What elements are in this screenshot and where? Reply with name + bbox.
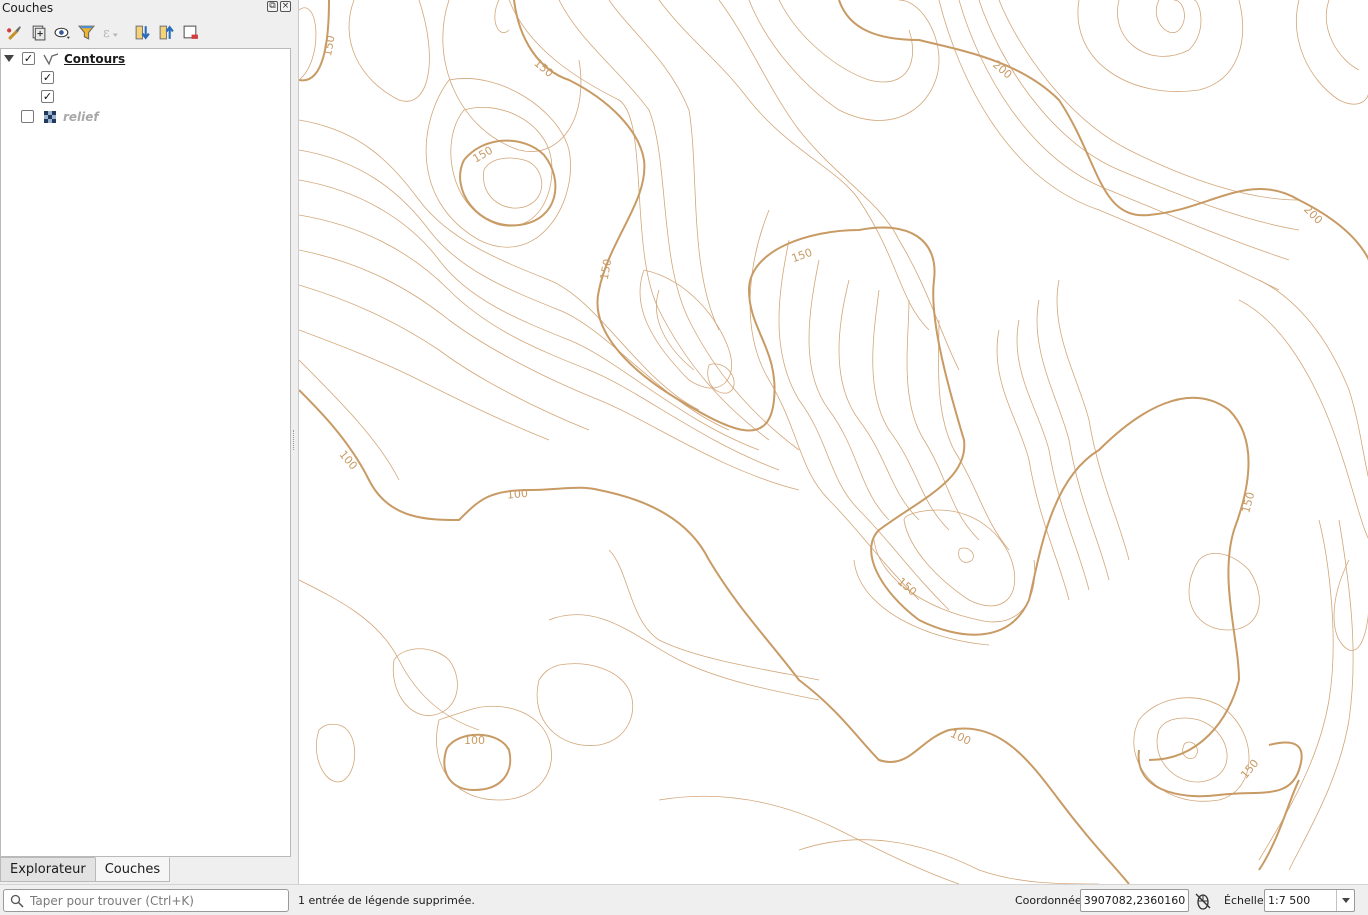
visibility-icon xyxy=(54,27,70,39)
major-contours xyxy=(299,0,1368,884)
panel-tabs: Explorateur Couches xyxy=(0,857,171,883)
raster-layer-icon xyxy=(44,110,56,123)
svg-text:ε: ε xyxy=(103,25,110,40)
filter-icon xyxy=(77,25,95,40)
layer-name: relief xyxy=(63,109,99,124)
panel-splitter[interactable] xyxy=(293,430,296,450)
layer-tree: ✓ Contours ✓ ✓ relief xyxy=(0,48,291,857)
search-icon xyxy=(10,894,24,908)
contour-label: 100 xyxy=(336,448,359,472)
coordinate-field[interactable]: 3907082,2360160 xyxy=(1080,889,1189,912)
style-manager-button[interactable] xyxy=(4,22,24,42)
expand-arrow-icon[interactable] xyxy=(4,55,14,62)
contour-label: 150 xyxy=(1239,491,1257,515)
style-manager-icon xyxy=(6,25,21,40)
line-layer-icon xyxy=(43,52,59,66)
contour-label: 200 xyxy=(1301,203,1325,227)
tab-explorateur[interactable]: Explorateur xyxy=(0,857,96,882)
visibility-button[interactable] xyxy=(52,22,72,42)
status-message: 1 entrée de légende supprimée. xyxy=(298,894,475,907)
minor-contours xyxy=(299,0,1368,884)
legend-entry-row[interactable]: ✓ xyxy=(41,68,54,87)
expression-filter-icon: ε xyxy=(103,25,118,40)
contour-label: 150 xyxy=(321,34,337,57)
layers-toolbar: ε xyxy=(4,21,200,43)
contour-label: 100 xyxy=(948,727,973,748)
contour-label: 150 xyxy=(790,246,814,265)
contour-label: 100 xyxy=(464,734,485,747)
contour-label: 100 xyxy=(506,487,528,502)
expand-all-icon xyxy=(135,25,150,40)
panel-window-buttons: ⧉ × xyxy=(267,1,291,12)
add-group-icon xyxy=(32,25,45,40)
close-panel-button[interactable]: × xyxy=(280,1,291,12)
scale-combobox[interactable]: 1:7 500 xyxy=(1264,889,1355,912)
layer-row-relief[interactable]: relief xyxy=(21,107,99,126)
contour-label: 150 xyxy=(1238,757,1261,781)
layers-panel: Couches ⧉ × ε ✓ Contours ✓ ✓ relief Expl… xyxy=(0,0,293,884)
layer-visibility-checkbox[interactable]: ✓ xyxy=(22,52,35,65)
coordinate-label: Coordonnée xyxy=(1015,894,1082,907)
qgis-window: Couches ⧉ × ε ✓ Contours ✓ ✓ relief Expl… xyxy=(0,0,1368,915)
collapse-all-icon xyxy=(159,24,174,39)
collapse-all-button[interactable] xyxy=(156,22,176,42)
status-bar: 1 entrée de légende supprimée. Coordonné… xyxy=(0,884,1368,915)
expression-filter-button: ε xyxy=(100,22,120,42)
remove-layer-button[interactable] xyxy=(180,22,200,42)
contour-map: 150 150 150 200 200 150 150 100 100 150 … xyxy=(299,0,1368,884)
contour-label: 150 xyxy=(531,56,555,79)
legend-entry-checkbox[interactable]: ✓ xyxy=(41,71,54,84)
float-panel-button[interactable]: ⧉ xyxy=(267,1,278,12)
expand-all-button[interactable] xyxy=(132,22,152,42)
search-input[interactable] xyxy=(30,893,280,908)
filter-button[interactable] xyxy=(76,22,96,42)
layer-row-contours[interactable]: ✓ Contours xyxy=(1,49,125,68)
panel-title: Couches xyxy=(2,1,54,15)
add-group-button[interactable] xyxy=(28,22,48,42)
layer-name: Contours xyxy=(64,51,126,66)
contour-label: 150 xyxy=(598,258,614,281)
remove-layer-icon xyxy=(183,25,198,39)
contour-labels: 150 150 150 200 200 150 150 100 100 150 … xyxy=(321,34,1325,781)
legend-entry-checkbox[interactable]: ✓ xyxy=(41,90,54,103)
locator-search[interactable] xyxy=(3,889,289,912)
mouse-coordinate-toggle-icon[interactable] xyxy=(1193,891,1213,911)
scale-label: Échelle xyxy=(1224,894,1264,907)
scale-value: 1:7 500 xyxy=(1268,894,1311,907)
tab-couches[interactable]: Couches xyxy=(94,857,171,882)
chevron-down-icon[interactable] xyxy=(1336,890,1354,911)
layer-visibility-checkbox[interactable] xyxy=(21,110,34,123)
legend-entry-row[interactable]: ✓ xyxy=(41,87,54,106)
map-canvas[interactable]: 150 150 150 200 200 150 150 100 100 150 … xyxy=(298,0,1368,884)
